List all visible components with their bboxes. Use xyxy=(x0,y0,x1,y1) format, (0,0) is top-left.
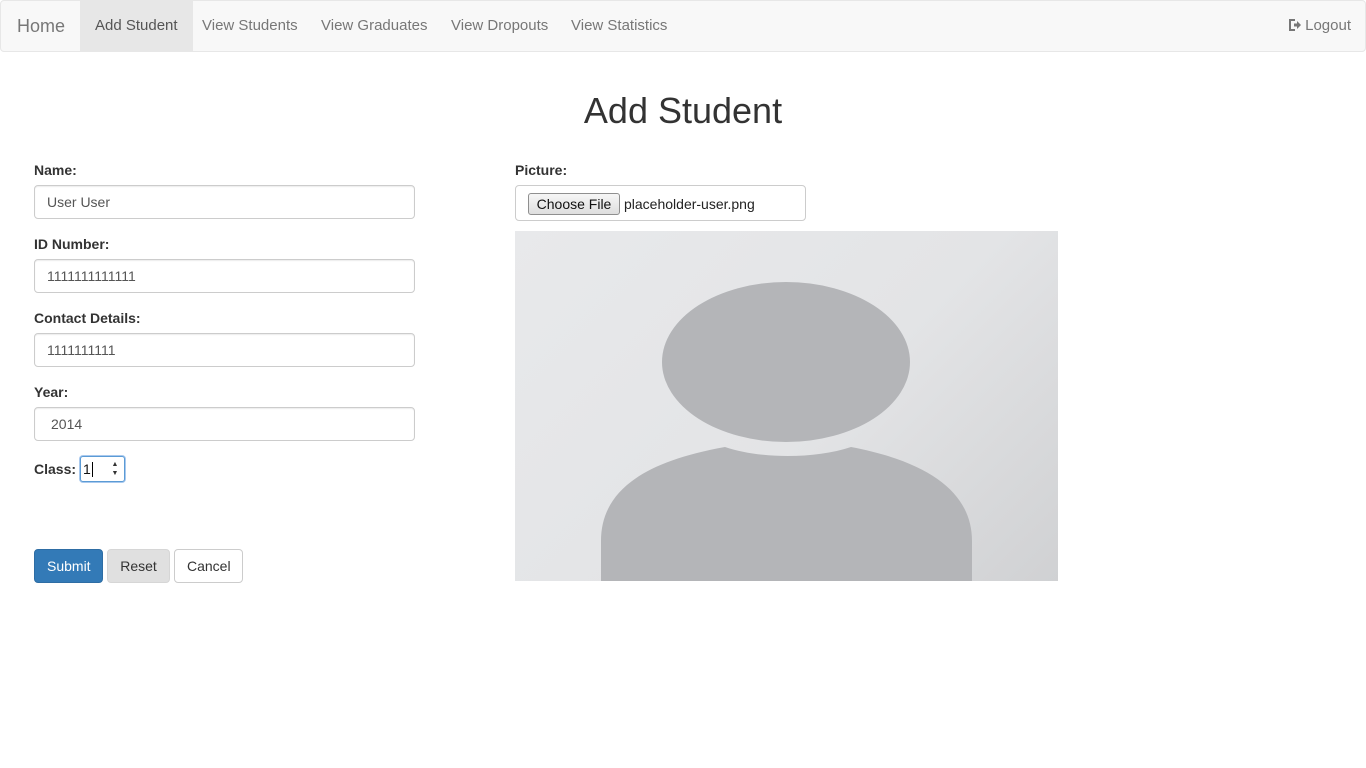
class-label: Class: xyxy=(34,461,77,477)
cancel-button[interactable]: Cancel xyxy=(174,549,243,583)
choose-file-button[interactable]: Choose File xyxy=(528,193,620,215)
spin-up-icon[interactable]: ▲ xyxy=(110,460,120,469)
nav-view-statistics[interactable]: View Statistics xyxy=(556,1,682,51)
nav-view-graduates[interactable]: View Graduates xyxy=(306,1,442,51)
spin-down-icon[interactable]: ▼ xyxy=(110,469,120,478)
class-value: 1 xyxy=(83,461,91,477)
navbar: Home Add Student View Students View Grad… xyxy=(0,0,1366,52)
logout-icon xyxy=(1288,3,1302,53)
year-label: Year: xyxy=(34,384,69,400)
spinner-arrows[interactable]: ▲ ▼ xyxy=(110,460,120,478)
brand-home-link[interactable]: Home xyxy=(17,1,65,51)
logout-link[interactable]: Logout xyxy=(1288,1,1351,51)
picture-file-input[interactable]: Choose File placeholder-user.png xyxy=(515,185,806,221)
picture-label: Picture: xyxy=(515,162,568,178)
user-placeholder-icon xyxy=(601,282,972,581)
selected-file-name: placeholder-user.png xyxy=(624,196,755,212)
logout-label: Logout xyxy=(1305,17,1351,34)
contact-details-label: Contact Details: xyxy=(34,310,141,326)
id-number-input[interactable]: 1111111111111 xyxy=(34,259,415,293)
year-input[interactable]: 2014 xyxy=(34,407,415,441)
contact-details-input[interactable]: 1111111111 xyxy=(34,333,415,367)
nav-add-student[interactable]: Add Student xyxy=(80,1,193,51)
class-number-input[interactable]: 1 ▲ ▼ xyxy=(80,456,125,482)
reset-button[interactable]: Reset xyxy=(107,549,170,583)
page-title: Add Student xyxy=(583,90,783,131)
picture-preview xyxy=(515,231,1058,581)
nav-view-dropouts[interactable]: View Dropouts xyxy=(436,1,563,51)
nav-view-students[interactable]: View Students xyxy=(187,1,313,51)
name-input[interactable]: User User xyxy=(34,185,415,219)
submit-button[interactable]: Submit xyxy=(34,549,103,583)
id-number-label: ID Number: xyxy=(34,236,110,252)
name-label: Name: xyxy=(34,162,77,178)
text-cursor xyxy=(91,462,93,477)
